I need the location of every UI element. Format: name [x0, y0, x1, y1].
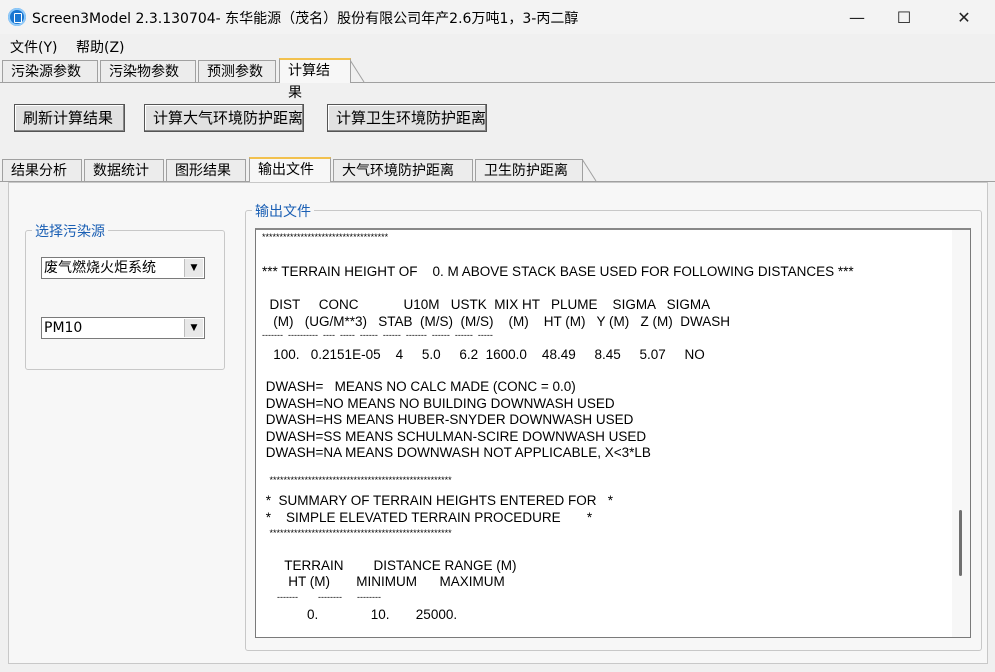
app-icon: [8, 8, 26, 26]
output-line: ****************************************…: [262, 528, 452, 538]
refresh-results-button[interactable]: 刷新计算结果: [14, 104, 125, 132]
output-line: ****************************************…: [262, 475, 452, 485]
output-line: (M) (UG/M**3) STAB (M/S) (M/S) (M) HT (M…: [262, 314, 730, 329]
output-line: * SUMMARY OF TERRAIN HEIGHTS ENTERED FOR…: [262, 493, 614, 508]
output-line: DIST CONC U10M USTK MIX HT PLUME SIGMA S…: [262, 297, 711, 312]
source-select-value: 废气燃烧火炬系统: [44, 260, 156, 276]
output-group-legend: 输出文件: [252, 201, 314, 221]
title-bar: Screen3Model 2.3.130704- 东华能源（茂名）股份有限公司年…: [0, 0, 995, 34]
tab-data-statistics[interactable]: 数据统计: [84, 159, 164, 181]
tab-calc-results[interactable]: 计算结果: [279, 58, 351, 101]
output-line: DWASH=SS MEANS SCHULMAN-SCIRE DOWNWASH U…: [262, 429, 647, 444]
output-line: DWASH=NA MEANS DOWNWASH NOT APPLICABLE, …: [262, 445, 651, 460]
tab-edge-decoration: [350, 60, 365, 82]
output-line: ************************************: [262, 232, 389, 242]
pollutant-select-value: PM10: [44, 320, 83, 336]
source-group-legend: 选择污染源: [32, 221, 108, 241]
source-select-group: 选择污染源 废气燃烧火炬系统 ▼ PM10 ▼: [25, 221, 225, 370]
output-line: DWASH=HS MEANS HUBER-SNYDER DOWNWASH USE…: [262, 412, 634, 427]
pollutant-dropdown-arrow-icon[interactable]: ▼: [184, 319, 203, 337]
tab-health-distance[interactable]: 卫生防护距离: [475, 159, 583, 181]
tab-prediction-params[interactable]: 预测参数: [198, 60, 276, 82]
output-scrollbar[interactable]: [952, 230, 970, 637]
output-line: * SIMPLE ELEVATED TERRAIN PROCEDURE *: [262, 510, 593, 525]
maximize-button[interactable]: ☐: [881, 0, 927, 34]
tab-output-file[interactable]: 输出文件: [249, 157, 331, 182]
calc-atmos-distance-button[interactable]: 计算大气环境防护距离: [144, 104, 304, 132]
close-button[interactable]: ✕: [941, 0, 987, 34]
output-line: TERRAIN DISTANCE RANGE (M): [262, 558, 517, 573]
output-line: ------- ---------- ---- ----- ------ ---…: [262, 330, 493, 340]
menu-file[interactable]: 文件(Y): [10, 37, 57, 57]
output-line: *** TERRAIN HEIGHT OF 0. M ABOVE STACK B…: [262, 264, 854, 279]
tab-graph-results[interactable]: 图形结果: [166, 159, 246, 181]
window-title: Screen3Model 2.3.130704- 东华能源（茂名）股份有限公司年…: [32, 11, 579, 27]
main-tab-strip: 污染源参数 污染物参数 预测参数 计算结果: [0, 58, 995, 101]
tab-atmos-distance[interactable]: 大气环境防护距离: [333, 159, 473, 181]
output-line: DWASH= MEANS NO CALC MADE (CONC = 0.0): [262, 379, 576, 394]
menu-help[interactable]: 帮助(Z): [76, 37, 125, 57]
output-text-area[interactable]: ************************************ ***…: [255, 228, 971, 638]
tab-source-params[interactable]: 污染源参数: [2, 60, 98, 82]
output-line: 100. 0.2151E-05 4 5.0 6.2 1600.0 48.49 8…: [262, 347, 705, 362]
tab-pollutant-params[interactable]: 污染物参数: [100, 60, 196, 82]
output-line: ------- -------- --------: [262, 592, 381, 602]
result-tab-strip: 结果分析 数据统计 图形结果 输出文件 大气环境防护距离 卫生防护距离: [0, 157, 995, 182]
source-select[interactable]: 废气燃烧火炬系统 ▼: [41, 257, 205, 279]
output-line: HT (M) MINIMUM MAXIMUM: [262, 574, 505, 589]
pollutant-select[interactable]: PM10 ▼: [41, 317, 205, 339]
output-line: DWASH=NO MEANS NO BUILDING DOWNWASH USED: [262, 396, 615, 411]
output-line: 0. 10. 25000.: [262, 607, 458, 622]
output-scroll-thumb[interactable]: [959, 510, 962, 576]
calc-health-distance-button[interactable]: 计算卫生环境防护距离: [327, 104, 487, 132]
menu-bar: 文件(Y) 帮助(Z): [0, 34, 995, 56]
minimize-button[interactable]: —: [834, 0, 880, 34]
tab-result-analysis[interactable]: 结果分析: [2, 159, 82, 181]
subtab-edge-decoration: [582, 159, 597, 181]
source-dropdown-arrow-icon[interactable]: ▼: [184, 259, 203, 277]
